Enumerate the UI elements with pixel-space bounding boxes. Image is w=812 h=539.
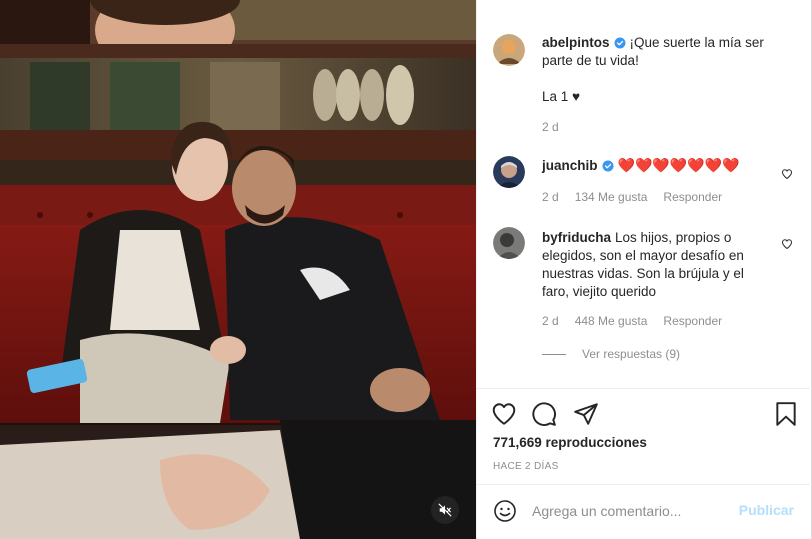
- paper-plane-icon[interactable]: [573, 401, 599, 427]
- caption-time[interactable]: 2 d: [542, 120, 559, 134]
- avatar-image: [493, 34, 525, 66]
- comment-input[interactable]: [532, 500, 732, 522]
- post-timestamp[interactable]: HACE 2 DÍAS: [493, 461, 559, 472]
- comment-like-heart-icon[interactable]: [781, 168, 793, 180]
- caption-text-secondary: La 1 ♥: [542, 89, 581, 104]
- comment-time[interactable]: 2 d: [542, 314, 559, 328]
- video-frame-image: [0, 0, 476, 539]
- comment-like-heart-icon[interactable]: [781, 238, 793, 250]
- reply-button[interactable]: Responder: [663, 190, 722, 204]
- view-replies-button[interactable]: Ver respuestas (9): [542, 347, 680, 361]
- comment-likes[interactable]: 448 Me gusta: [575, 314, 648, 328]
- divider: [477, 388, 812, 389]
- comment-text: ❤️❤️❤️❤️❤️❤️❤️: [617, 158, 740, 174]
- speaker-muted-icon: [438, 503, 452, 517]
- avatar[interactable]: [493, 34, 525, 66]
- verified-badge-icon: [614, 37, 626, 49]
- avatar-image: [493, 227, 525, 259]
- comment-item: byfriducha Los hijos, propios o elegidos,…: [493, 227, 793, 337]
- instagram-post-view: abelpintos ¡Que suerte la mía ser parte d…: [0, 0, 812, 539]
- avatar[interactable]: [493, 156, 525, 188]
- view-replies-label: Ver respuestas (9): [582, 347, 681, 361]
- post-caption: abelpintos ¡Que suerte la mía ser parte d…: [493, 34, 793, 134]
- caption-meta: 2 d: [542, 120, 575, 134]
- mute-toggle-button[interactable]: [431, 496, 459, 524]
- replies-line-divider: [542, 353, 566, 355]
- caption-username[interactable]: abelpintos: [542, 35, 610, 50]
- verified-badge-icon: [602, 160, 614, 172]
- post-video[interactable]: [0, 0, 476, 539]
- comment-bubble-icon[interactable]: [531, 401, 557, 427]
- view-count[interactable]: 771,669 reproducciones: [493, 435, 647, 450]
- caption-text-block: abelpintos ¡Que suerte la mía ser parte d…: [542, 34, 770, 106]
- bookmark-icon[interactable]: [773, 401, 799, 427]
- comment-likes[interactable]: 134 Me gusta: [575, 190, 648, 204]
- post-side-panel: abelpintos ¡Que suerte la mía ser parte d…: [476, 0, 812, 539]
- comment-item: juanchib ❤️❤️❤️❤️❤️❤️❤️ 2 d 134 Me gusta Re…: [493, 156, 793, 206]
- post-action-bar: [491, 401, 801, 429]
- comment-meta: 2 d 134 Me gusta Responder: [542, 190, 738, 204]
- comment-username[interactable]: byfriducha: [542, 230, 611, 245]
- comment-text-block: juanchib ❤️❤️❤️❤️❤️❤️❤️: [542, 157, 770, 175]
- comment-username[interactable]: juanchib: [542, 158, 598, 173]
- reply-button[interactable]: Responder: [663, 314, 722, 328]
- comment-text-block: byfriducha Los hijos, propios o elegidos,…: [542, 229, 770, 301]
- avatar[interactable]: [493, 227, 525, 259]
- comment-time[interactable]: 2 d: [542, 190, 559, 204]
- divider: [477, 484, 812, 485]
- avatar-image: [493, 156, 525, 188]
- publish-button[interactable]: Publicar: [739, 502, 794, 518]
- add-comment-bar: Publicar: [477, 484, 812, 539]
- smiley-icon[interactable]: [493, 499, 517, 523]
- heart-icon[interactable]: [491, 401, 517, 427]
- comment-meta: 2 d 448 Me gusta Responder: [542, 314, 738, 328]
